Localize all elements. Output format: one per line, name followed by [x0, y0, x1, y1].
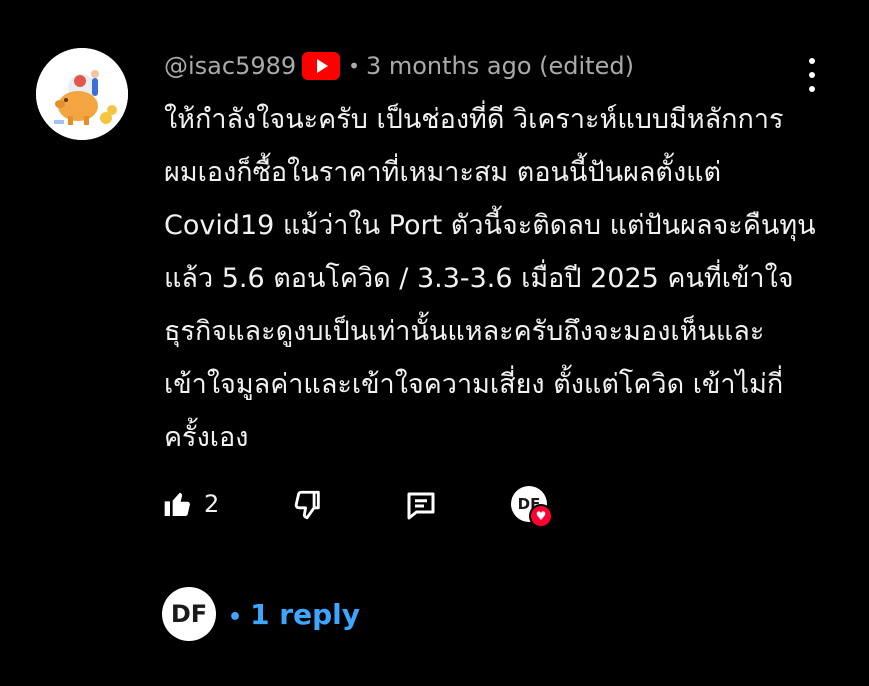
- more-vertical-icon[interactable]: [800, 58, 824, 92]
- thumb-down-icon: [294, 490, 320, 520]
- comment-text: ให้กำลังใจนะครับ เป็นช่องที่ดี วิเคราะห์…: [164, 104, 816, 453]
- comment-timestamp[interactable]: 3 months ago (edited): [366, 52, 634, 80]
- piggy-bank-icon: [36, 48, 128, 140]
- like-count: 2: [204, 490, 220, 518]
- thumb-up-icon: [164, 492, 190, 516]
- commenter-avatar[interactable]: [36, 48, 128, 140]
- like-button[interactable]: 2: [162, 488, 219, 520]
- heart-icon: ♥: [529, 504, 553, 528]
- reply-button[interactable]: [403, 488, 439, 528]
- commenter-handle[interactable]: @isac5989: [164, 52, 296, 80]
- dislike-button[interactable]: [290, 488, 324, 526]
- creator-avatar: DF: [162, 587, 216, 641]
- header-separator: •: [348, 54, 360, 78]
- replies-toggle[interactable]: DF • 1 reply: [162, 587, 360, 641]
- replies-bullet: •: [228, 604, 243, 630]
- creator-heart-badge: DF ♥: [511, 486, 553, 528]
- replies-count-label: 1 reply: [250, 597, 360, 631]
- youtube-play-icon: [302, 52, 341, 80]
- comment-header: @isac5989 • 3 months ago (edited): [164, 52, 634, 80]
- comment-icon: [407, 492, 435, 520]
- creator-initials-large: DF: [170, 600, 208, 628]
- replies-link[interactable]: • 1 reply: [228, 598, 360, 631]
